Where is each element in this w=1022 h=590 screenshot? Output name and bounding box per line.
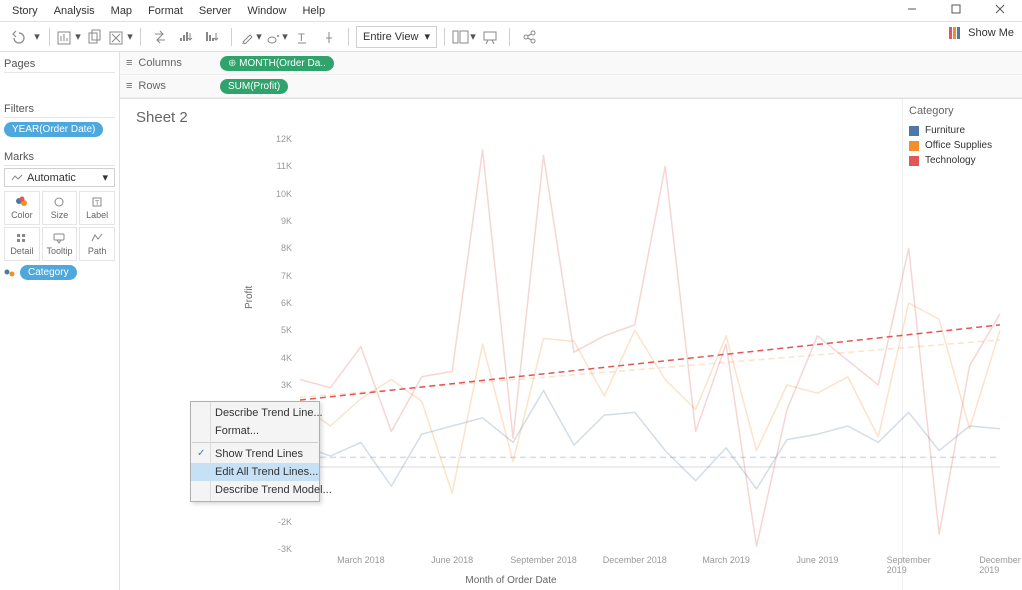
context-menu-item[interactable]: Describe Trend Model... (191, 481, 319, 499)
columns-pill-month[interactable]: ⊕ MONTH(Order Da.. (220, 56, 334, 71)
menu-help[interactable]: Help (294, 2, 333, 20)
series-line[interactable] (300, 150, 1000, 546)
series-line[interactable] (300, 303, 1000, 493)
clear-button[interactable]: ▾ (109, 25, 133, 49)
legend-title: Category (909, 105, 1016, 117)
presentation-button[interactable] (478, 25, 502, 49)
y-tick: 6K (268, 298, 292, 308)
menu-server[interactable]: Server (191, 2, 239, 20)
marks-pill-category[interactable]: Category (20, 265, 77, 280)
menu-story[interactable]: Story (4, 2, 46, 20)
filters-shelf-title: Filters (4, 101, 115, 118)
color-legend-icon (4, 268, 16, 278)
show-cards-button[interactable]: ▾ (452, 25, 476, 49)
y-tick: -3K (268, 544, 292, 554)
window-close-button[interactable] (978, 0, 1022, 18)
y-tick: 9K (268, 216, 292, 226)
marks-card-title: Marks (4, 149, 115, 166)
menu-window[interactable]: Window (239, 2, 294, 20)
series-line[interactable] (300, 390, 1000, 488)
dropdown-caret-icon[interactable]: ▾ (32, 25, 42, 49)
trend-line-context-menu: Describe Trend Line...Format... ✓Show Tre… (190, 401, 320, 502)
marks-size-button[interactable]: Size (42, 191, 78, 225)
context-menu-item[interactable]: Describe Trend Line... (191, 404, 319, 422)
share-button[interactable] (517, 25, 541, 49)
side-panel: Pages Filters YEAR(Order Date) Marks Aut… (0, 52, 120, 590)
context-menu-item[interactable]: Edit All Trend Lines... (191, 463, 319, 481)
menu-map[interactable]: Map (103, 2, 140, 20)
swap-button[interactable] (148, 25, 172, 49)
rows-label: Rows (138, 80, 166, 92)
columns-icon: ≡ (126, 57, 132, 69)
y-tick: 8K (268, 243, 292, 253)
pin-button[interactable] (317, 25, 341, 49)
y-tick: 5K (268, 325, 292, 335)
marks-label-button[interactable]: TLabel (79, 191, 115, 225)
svg-text:T: T (298, 32, 305, 44)
marks-type-label: Automatic (27, 172, 76, 184)
marks-path-button[interactable]: Path (79, 227, 115, 261)
fit-view-dropdown[interactable]: Entire View ▾ (356, 26, 437, 48)
fit-view-label: Entire View (363, 31, 418, 43)
marks-type-dropdown[interactable]: Automatic ▾ (4, 168, 115, 187)
undo-button[interactable] (6, 25, 30, 49)
marks-detail-button[interactable]: Detail (4, 227, 40, 261)
menu-analysis[interactable]: Analysis (46, 2, 103, 20)
context-menu-item[interactable]: ✓Show Trend Lines (191, 445, 319, 463)
new-worksheet-button[interactable]: ▾ (57, 25, 81, 49)
legend-item-furniture[interactable]: Furniture (909, 123, 1016, 138)
window-minimize-button[interactable] (890, 0, 934, 18)
y-tick: 10K (268, 189, 292, 199)
sheet-title[interactable]: Sheet 2 (120, 99, 902, 130)
rows-shelf[interactable]: ≡ Rows SUM(Profit) (120, 75, 1022, 98)
y-tick: 12K (268, 134, 292, 144)
menu-bar: Story Analysis Map Format Server Window … (0, 0, 1022, 22)
svg-text:T: T (95, 200, 100, 207)
y-tick: 4K (268, 353, 292, 363)
window-maximize-button[interactable] (934, 0, 978, 18)
chevron-down-icon: ▾ (102, 171, 108, 184)
marks-tooltip-button[interactable]: Tooltip (42, 227, 78, 261)
line-chart[interactable] (300, 139, 1020, 569)
group-button[interactable]: ▾ (265, 25, 289, 49)
line-icon (11, 174, 23, 182)
toolbar: ▾ ▾ ▾ ▾ ▾ T Entire View ▾ ▾ (0, 22, 1022, 52)
sort-asc-button[interactable] (174, 25, 198, 49)
columns-label: Columns (138, 57, 181, 69)
rows-pill-sum-profit[interactable]: SUM(Profit) (220, 79, 288, 94)
filter-pill-year[interactable]: YEAR(Order Date) (4, 122, 103, 137)
show-me-button[interactable]: Show Me (948, 26, 1014, 40)
rows-icon: ≡ (126, 80, 132, 92)
y-tick: 3K (268, 380, 292, 390)
y-tick: -2K (268, 517, 292, 527)
pages-shelf-title: Pages (4, 56, 115, 73)
swatch-icon (909, 126, 919, 136)
marks-color-button[interactable]: Color (4, 191, 40, 225)
labels-button[interactable]: T (291, 25, 315, 49)
chevron-down-icon: ▾ (424, 30, 430, 43)
y-tick: 7K (268, 271, 292, 281)
sort-desc-button[interactable] (200, 25, 224, 49)
context-menu-item[interactable]: Format... (191, 422, 319, 440)
show-me-label: Show Me (968, 27, 1014, 39)
y-axis-label: Profit (244, 286, 255, 309)
visualization-area[interactable]: Sheet 2 Profit Month of Order Date 12K 11… (120, 99, 902, 590)
menu-format[interactable]: Format (140, 2, 191, 20)
x-axis-label: Month of Order Date (465, 575, 556, 586)
highlight-button[interactable]: ▾ (239, 25, 263, 49)
show-me-icon (948, 26, 962, 40)
columns-shelf[interactable]: ≡ Columns ⊕ MONTH(Order Da.. (120, 52, 1022, 75)
y-tick: 11K (268, 161, 292, 171)
duplicate-button[interactable] (83, 25, 107, 49)
